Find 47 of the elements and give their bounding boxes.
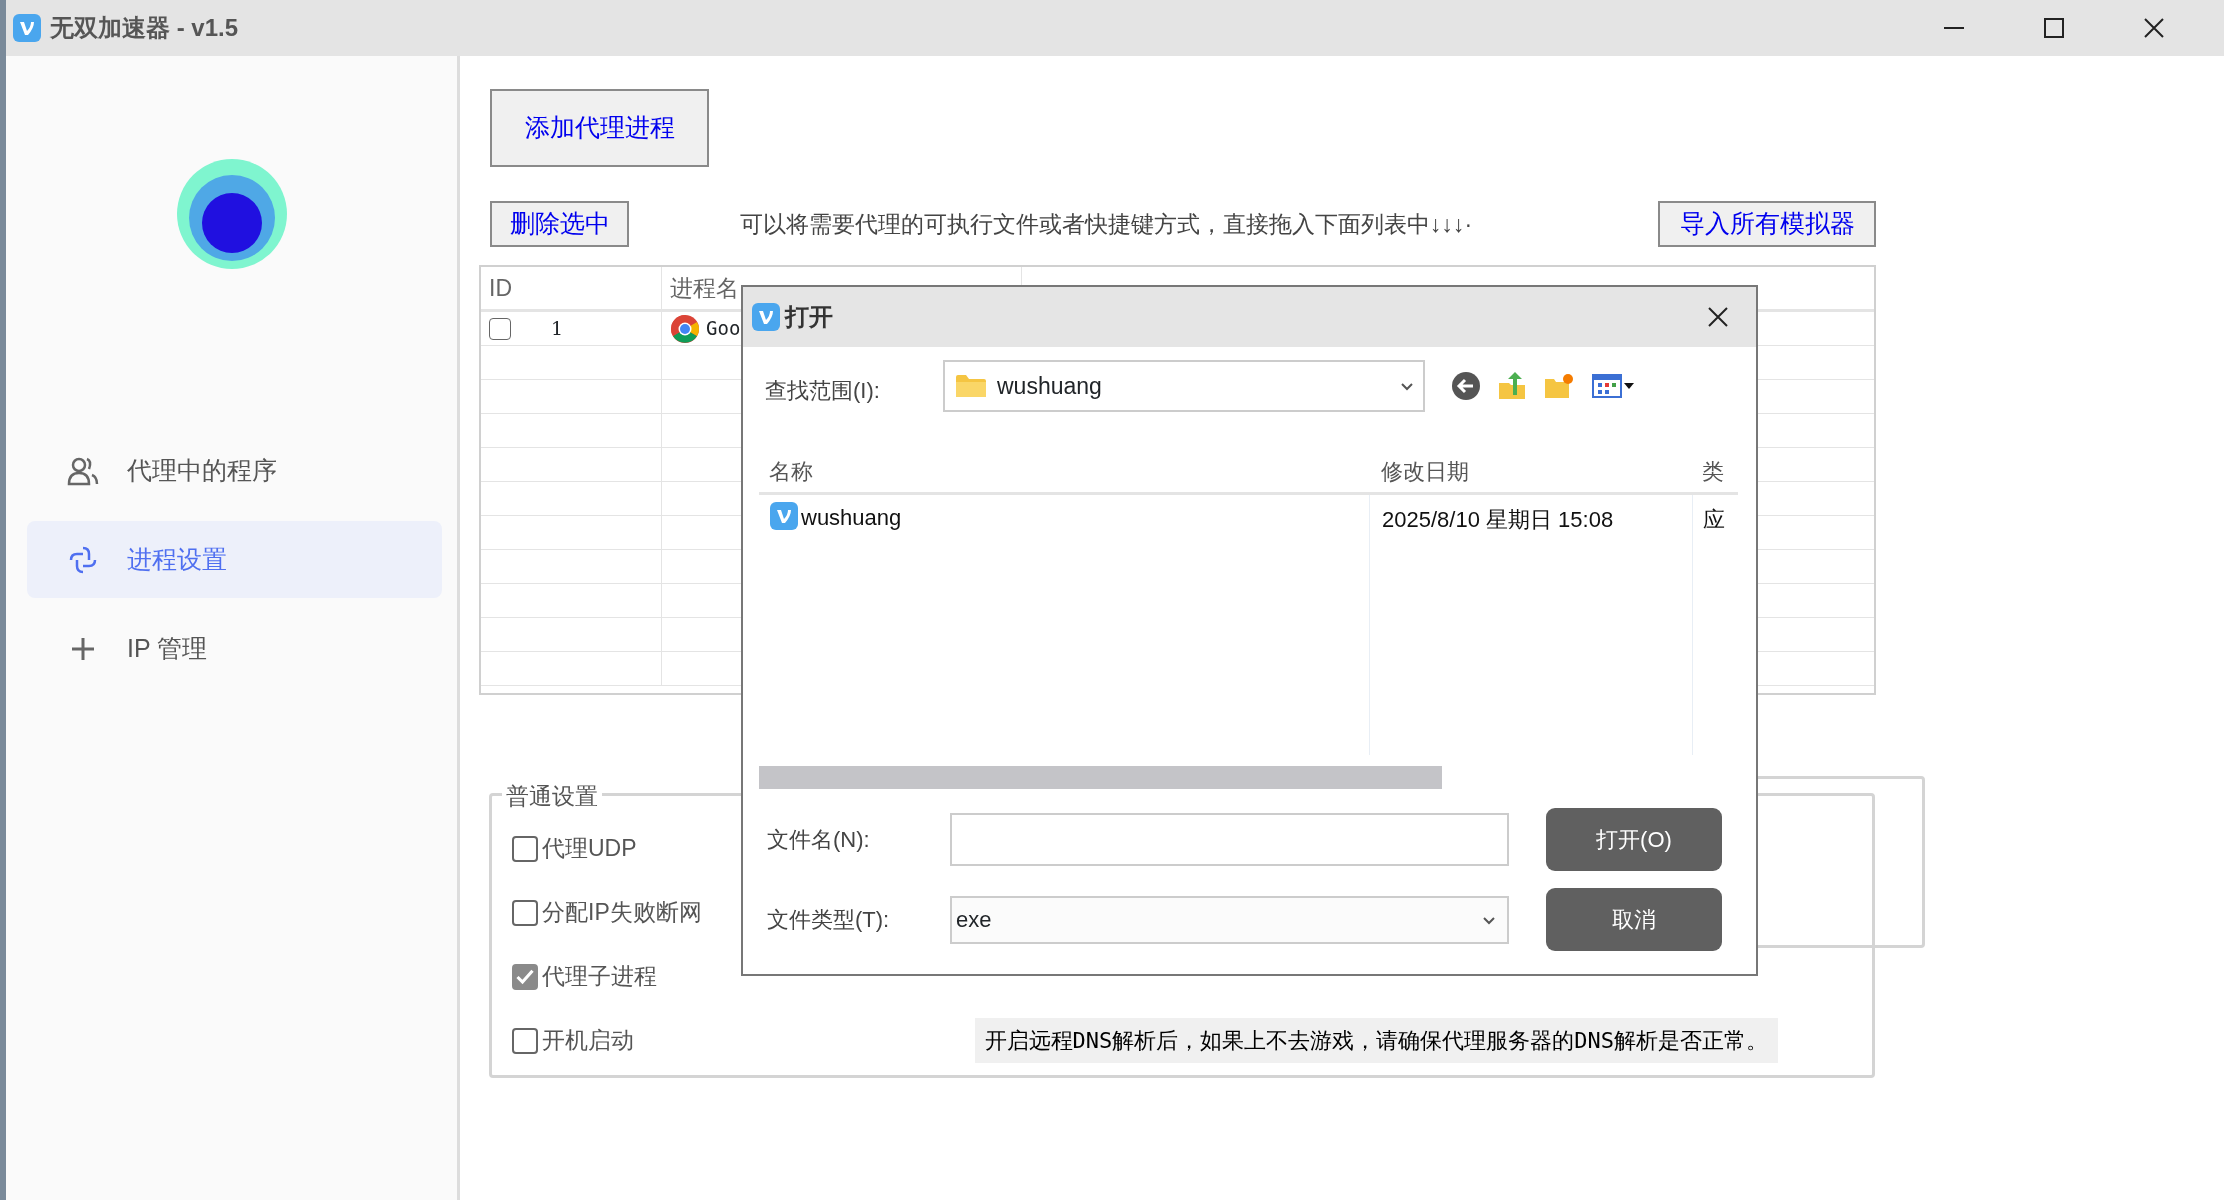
file-type: 应 — [1703, 506, 1725, 534]
column-header: 进程名 — [670, 273, 739, 303]
logo-icon — [175, 158, 288, 270]
file-date: 2025/8/10 星期日 15:08 — [1382, 506, 1614, 534]
window-title: 无双加速器 - v1.5 — [50, 13, 239, 43]
app-icon — [769, 501, 799, 531]
open-button[interactable]: 打开(O) — [1546, 808, 1722, 871]
row-checkbox[interactable] — [489, 317, 511, 340]
column-header: 修改日期 — [1381, 457, 1469, 486]
cancel-button[interactable]: 取消 — [1546, 888, 1722, 951]
app-logo-icon — [751, 302, 781, 332]
import-emulators-button[interactable]: 导入所有模拟器 — [1658, 201, 1876, 247]
add-process-button[interactable]: 添加代理进程 — [490, 89, 709, 167]
back-icon[interactable] — [1451, 371, 1481, 401]
scrollbar[interactable] — [759, 766, 1442, 789]
delete-selected-button[interactable]: 删除选中 — [490, 201, 629, 247]
column-header: ID — [489, 273, 512, 303]
file-name-label: 文件名(N): — [767, 826, 871, 854]
option-checkbox[interactable]: 分配IP失败断网 — [512, 895, 702, 930]
look-in-label: 查找范围(I): — [765, 376, 881, 405]
option-checkbox[interactable]: 代理子进程 — [512, 959, 657, 994]
hint-text: 可以将需要代理的可执行文件或者快捷键方式，直接拖入下面列表中↓↓↓· — [740, 209, 1473, 239]
file-name-input[interactable] — [950, 813, 1509, 866]
file-name: wushuang — [801, 504, 902, 532]
close-icon[interactable] — [1706, 305, 1730, 329]
notice-text: 开启远程DNS解析后，如果上不去游戏，请确保代理服务器的DNS解析是否正常。 — [974, 1018, 1778, 1063]
sidebar-item[interactable]: 进程设置 — [27, 521, 442, 598]
look-in-dropdown[interactable]: wushuang — [943, 360, 1425, 412]
column-header: 类 — [1702, 457, 1724, 486]
column-header: 名称 — [769, 458, 813, 484]
table-cell-text: Goo — [706, 316, 741, 342]
app-logo-icon — [12, 13, 42, 43]
dialog-title: 打开 — [785, 302, 833, 332]
up-folder-icon[interactable] — [1497, 371, 1527, 401]
close-icon[interactable] — [2142, 16, 2166, 40]
option-checkbox[interactable]: 代理UDP — [512, 831, 637, 866]
browser-icon — [670, 313, 700, 344]
folder-icon — [955, 373, 987, 399]
sidebar-item[interactable]: 代理中的程序 — [27, 432, 442, 509]
new-folder-icon[interactable] — [1543, 371, 1575, 401]
file-type-label: 文件类型(T): — [767, 906, 891, 934]
option-checkbox[interactable]: 开机启动 — [512, 1023, 634, 1058]
maximize-icon[interactable] — [2042, 16, 2066, 40]
table-cell-text: 1 — [551, 316, 564, 342]
sidebar-item[interactable]: IP 管理 — [27, 610, 442, 687]
view-menu-icon[interactable] — [1591, 372, 1635, 400]
file-type-dropdown[interactable]: exe — [950, 895, 1509, 944]
